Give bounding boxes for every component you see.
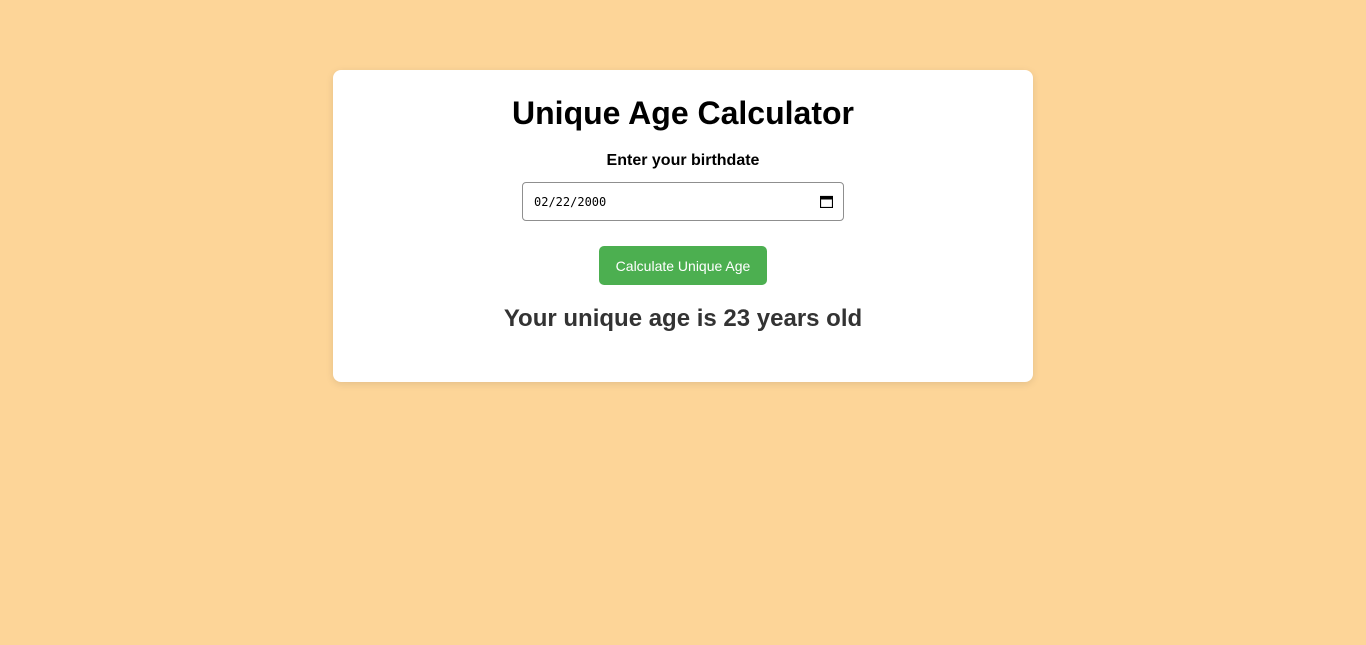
- calculator-card: Unique Age Calculator Enter your birthda…: [333, 70, 1033, 382]
- calendar-icon[interactable]: [819, 195, 833, 209]
- result-text: Your unique age is 23 years old: [503, 305, 863, 332]
- page-title: Unique Age Calculator: [512, 95, 854, 131]
- birthdate-label: Enter your birthdate: [606, 152, 760, 169]
- birthdate-input[interactable]: 02/22/2000: [522, 182, 844, 221]
- birthdate-value[interactable]: 02/22/2000: [534, 195, 819, 209]
- calculate-unique-age-button[interactable]: Calculate Unique Age: [599, 246, 767, 285]
